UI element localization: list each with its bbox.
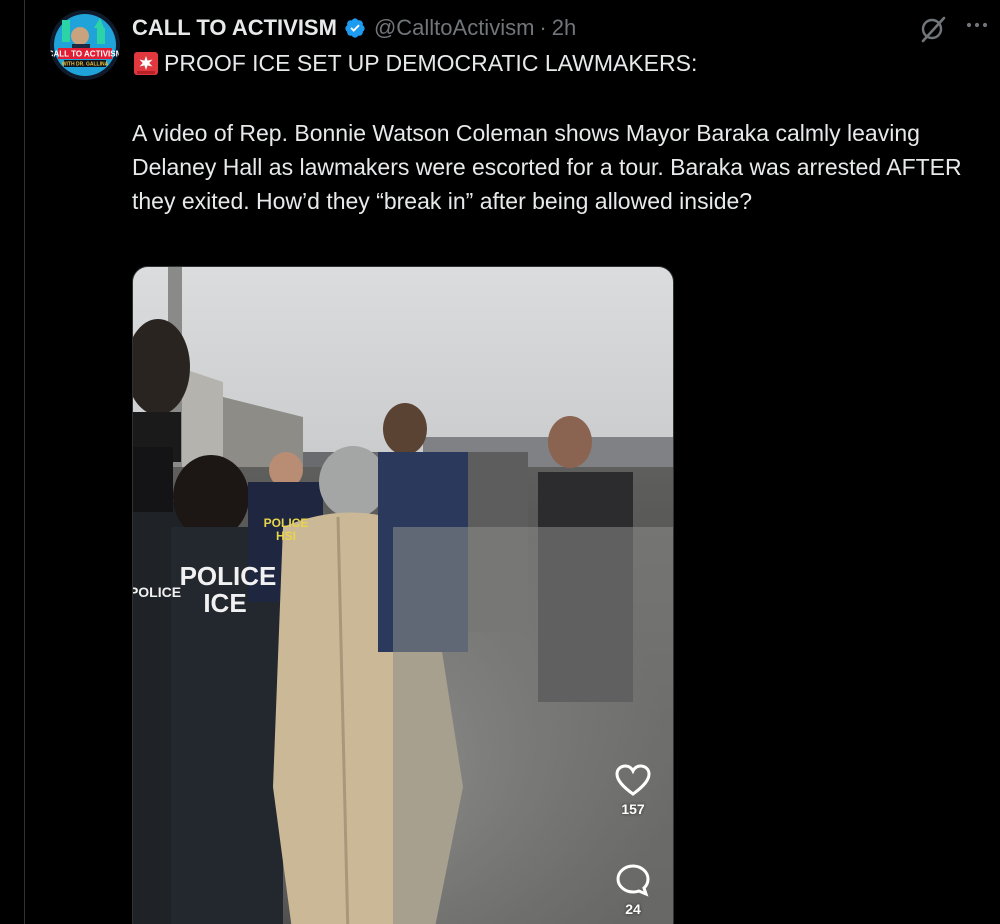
display-name[interactable]: CALL TO ACTIVISM xyxy=(132,15,337,41)
post-header: CALL TO ACTIVISM @CalltoActivism · 2h xyxy=(132,14,576,42)
jacket-text-hsi: HSI xyxy=(276,529,296,543)
headline-text: PROOF ICE SET UP DEMOCRATIC LAWMAKERS: xyxy=(164,49,698,76)
jacket-text-hsi-police: POLICE xyxy=(264,516,309,530)
avatar-logo: CALL TO ACTIVISM WITH DR. GALLINA xyxy=(50,10,120,80)
thread-divider xyxy=(24,0,25,924)
video-frame: POLICE HSI POLICE ICE POLICE xyxy=(133,267,673,924)
video-media[interactable]: POLICE HSI POLICE ICE POLICE 157 24 xyxy=(132,266,674,924)
user-handle[interactable]: @CalltoActivism xyxy=(374,15,534,41)
grok-icon[interactable] xyxy=(918,14,948,44)
comment-count: 24 xyxy=(625,901,641,917)
post-timestamp[interactable]: 2h xyxy=(552,15,576,41)
verified-badge-icon[interactable] xyxy=(344,17,366,39)
avatar-logo-subtext: WITH DR. GALLINA xyxy=(62,62,109,68)
like-count: 157 xyxy=(621,801,645,817)
like-action[interactable]: 157 xyxy=(605,763,661,817)
avatar-logo-text: CALL TO ACTIVISM xyxy=(50,50,120,59)
post-headline: PROOF ICE SET UP DEMOCRATIC LAWMAKERS: xyxy=(132,49,952,77)
comment-action[interactable]: 24 xyxy=(605,863,661,917)
jacket-text-left-police: POLICE xyxy=(133,584,181,600)
more-icon[interactable] xyxy=(962,12,992,42)
separator-dot: · xyxy=(539,15,547,40)
heart-icon[interactable] xyxy=(614,763,652,797)
tweet-container: CALL TO ACTIVISM WITH DR. GALLINA CALL T… xyxy=(0,0,1000,924)
comment-icon[interactable] xyxy=(615,863,651,897)
post-body: A video of Rep. Bonnie Watson Coleman sh… xyxy=(132,120,962,214)
siren-emoji-icon xyxy=(132,49,160,77)
jacket-text-ice-police: POLICE xyxy=(180,561,277,591)
jacket-text-ice: ICE xyxy=(203,588,246,618)
avatar[interactable]: CALL TO ACTIVISM WITH DR. GALLINA xyxy=(50,10,120,80)
